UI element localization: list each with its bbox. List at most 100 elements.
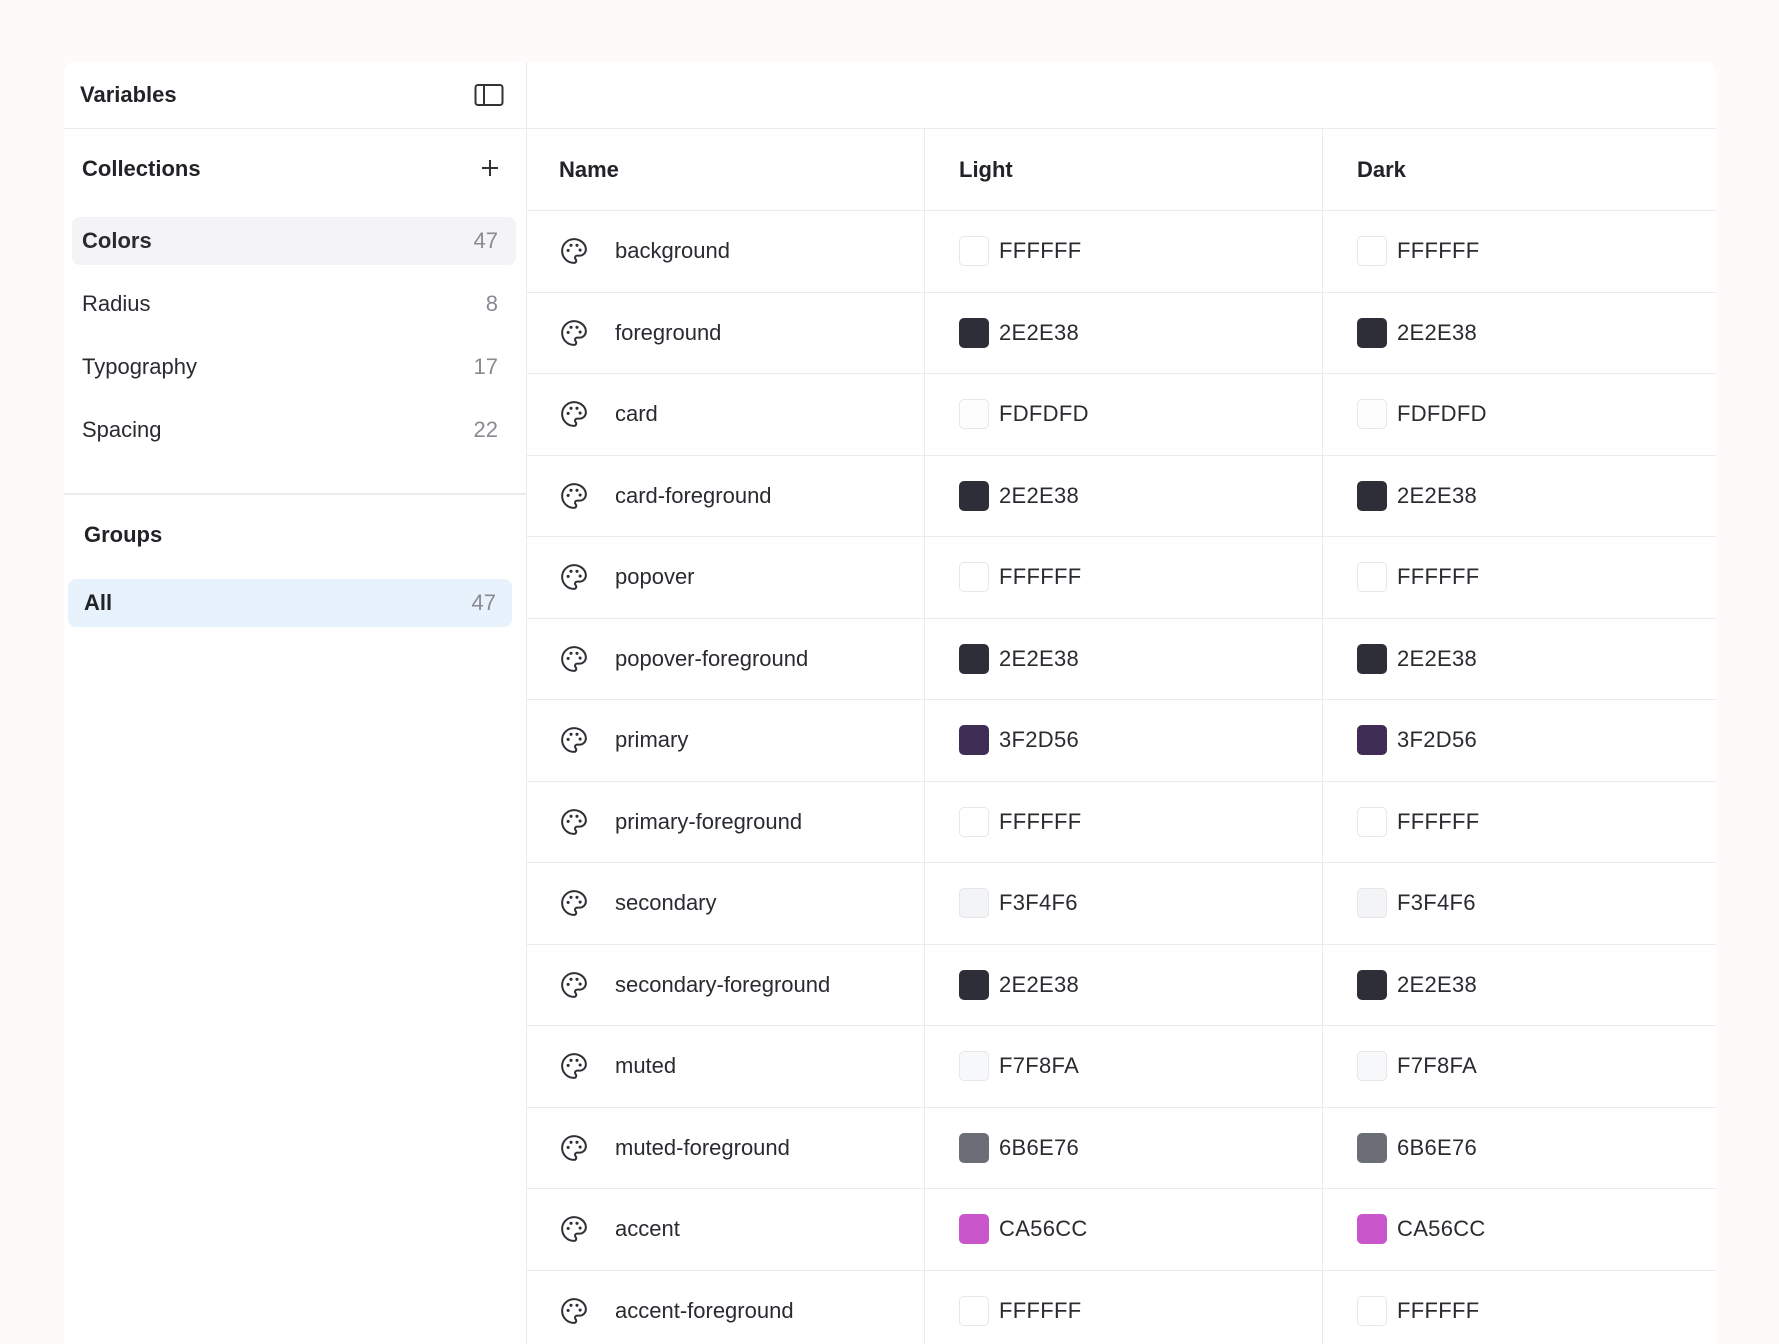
light-value-cell[interactable]: 3F2D56 — [925, 700, 1323, 781]
hex-value[interactable]: 2E2E38 — [1397, 320, 1477, 346]
hex-value[interactable]: FFFFFF — [1397, 809, 1479, 835]
table-row[interactable]: foreground 2E2E38 2E2E38 — [527, 292, 1716, 374]
dark-value-cell[interactable]: FFFFFF — [1323, 537, 1716, 618]
hex-value[interactable]: 3F2D56 — [999, 727, 1079, 753]
light-value-cell[interactable]: F7F8FA — [925, 1026, 1323, 1107]
hex-value[interactable]: FFFFFF — [1397, 564, 1479, 590]
color-swatch[interactable] — [959, 399, 989, 430]
table-row[interactable]: primary-foreground FFFFFF FFFFFF — [527, 781, 1716, 863]
variable-name[interactable]: accent — [615, 1216, 680, 1242]
light-value-cell[interactable]: 2E2E38 — [925, 944, 1323, 1025]
color-swatch[interactable] — [959, 725, 989, 756]
table-row[interactable]: background FFFFFF FFFFFF — [527, 211, 1716, 293]
color-swatch[interactable] — [959, 1051, 989, 1082]
hex-value[interactable]: F7F8FA — [1397, 1053, 1477, 1079]
collection-item-radius[interactable]: Radius 8 — [72, 280, 516, 328]
color-swatch[interactable] — [959, 806, 989, 837]
color-swatch[interactable] — [1357, 480, 1387, 511]
hex-value[interactable]: 2E2E38 — [999, 972, 1079, 998]
hex-value[interactable]: 2E2E38 — [1397, 646, 1477, 672]
dark-value-cell[interactable]: CA56CC — [1323, 1189, 1716, 1270]
dark-value-cell[interactable]: 2E2E38 — [1323, 619, 1716, 700]
hex-value[interactable]: 3F2D56 — [1397, 727, 1477, 753]
table-row[interactable]: muted-foreground 6B6E76 6B6E76 — [527, 1107, 1716, 1189]
dark-value-cell[interactable]: 3F2D56 — [1323, 700, 1716, 781]
dark-value-cell[interactable]: F3F4F6 — [1323, 863, 1716, 944]
table-row[interactable]: secondary F3F4F6 F3F4F6 — [527, 863, 1716, 945]
hex-value[interactable]: FDFDFD — [999, 401, 1089, 427]
color-swatch[interactable] — [1357, 1295, 1387, 1326]
sidebar-toggle-icon[interactable] — [474, 83, 504, 107]
dark-value-cell[interactable]: F7F8FA — [1323, 1026, 1716, 1107]
dark-value-cell[interactable]: 2E2E38 — [1323, 945, 1716, 1026]
table-row[interactable]: primary 3F2D56 3F2D56 — [527, 700, 1716, 782]
color-swatch[interactable] — [959, 888, 989, 919]
color-swatch[interactable] — [1357, 806, 1387, 837]
hex-value[interactable]: FFFFFF — [999, 564, 1081, 590]
group-item-all[interactable]: All 47 — [68, 578, 512, 627]
color-swatch[interactable] — [959, 1295, 989, 1326]
color-swatch[interactable] — [959, 236, 989, 267]
table-row[interactable]: muted F7F8FA F7F8FA — [527, 1026, 1716, 1108]
dark-value-cell[interactable]: FFFFFF — [1323, 1271, 1716, 1344]
variable-name[interactable]: accent-foreground — [615, 1298, 794, 1324]
color-swatch[interactable] — [959, 562, 989, 593]
hex-value[interactable]: FFFFFF — [1397, 1298, 1479, 1324]
color-swatch[interactable] — [1357, 317, 1387, 348]
table-row[interactable]: card-foreground 2E2E38 2E2E38 — [527, 455, 1716, 537]
color-swatch[interactable] — [1357, 1051, 1387, 1082]
variable-name[interactable]: secondary — [615, 890, 717, 916]
light-value-cell[interactable]: 2E2E38 — [925, 618, 1323, 699]
hex-value[interactable]: 2E2E38 — [999, 483, 1079, 509]
hex-value[interactable]: 2E2E38 — [1397, 483, 1477, 509]
hex-value[interactable]: FDFDFD — [1397, 401, 1487, 427]
collection-item-spacing[interactable]: Spacing 22 — [72, 406, 516, 454]
table-row[interactable]: popover-foreground 2E2E38 2E2E38 — [527, 618, 1716, 700]
column-header-light[interactable]: Light — [925, 129, 1323, 210]
dark-value-cell[interactable]: FFFFFF — [1323, 782, 1716, 863]
variable-name[interactable]: background — [615, 238, 730, 264]
light-value-cell[interactable]: 2E2E38 — [925, 292, 1323, 373]
dark-value-cell[interactable]: FFFFFF — [1323, 211, 1716, 292]
light-value-cell[interactable]: F3F4F6 — [925, 863, 1323, 944]
add-collection-button[interactable] — [480, 154, 500, 184]
hex-value[interactable]: CA56CC — [999, 1216, 1088, 1242]
color-swatch[interactable] — [1357, 562, 1387, 593]
variable-name[interactable]: primary — [615, 727, 688, 753]
color-swatch[interactable] — [1357, 1214, 1387, 1245]
variable-name[interactable]: foreground — [615, 320, 721, 346]
table-row[interactable]: accent CA56CC CA56CC — [527, 1189, 1716, 1271]
color-swatch[interactable] — [959, 480, 989, 511]
color-swatch[interactable] — [1357, 888, 1387, 919]
color-swatch[interactable] — [959, 1214, 989, 1245]
hex-value[interactable]: 6B6E76 — [999, 1135, 1079, 1161]
column-header-dark[interactable]: Dark — [1323, 129, 1716, 210]
dark-value-cell[interactable]: 2E2E38 — [1323, 456, 1716, 537]
collection-item-colors[interactable]: Colors 47 — [72, 217, 516, 265]
table-row[interactable]: secondary-foreground 2E2E38 2E2E38 — [527, 944, 1716, 1026]
hex-value[interactable]: FFFFFF — [999, 809, 1081, 835]
color-swatch[interactable] — [1357, 1132, 1387, 1163]
dark-value-cell[interactable]: 6B6E76 — [1323, 1108, 1716, 1189]
color-swatch[interactable] — [959, 317, 989, 348]
color-swatch[interactable] — [1357, 725, 1387, 756]
dark-value-cell[interactable]: FDFDFD — [1323, 374, 1716, 455]
hex-value[interactable]: F7F8FA — [999, 1053, 1079, 1079]
color-swatch[interactable] — [959, 1132, 989, 1163]
table-row[interactable]: card FDFDFD FDFDFD — [527, 374, 1716, 456]
light-value-cell[interactable]: FFFFFF — [925, 211, 1323, 292]
collection-item-typography[interactable]: Typography 17 — [72, 343, 516, 391]
color-swatch[interactable] — [1357, 399, 1387, 430]
column-header-name[interactable]: Name — [527, 129, 925, 210]
variable-name[interactable]: muted-foreground — [615, 1135, 790, 1161]
color-swatch[interactable] — [959, 969, 989, 1000]
color-swatch[interactable] — [1357, 643, 1387, 674]
hex-value[interactable]: F3F4F6 — [1397, 890, 1476, 916]
light-value-cell[interactable]: FFFFFF — [925, 537, 1323, 618]
hex-value[interactable]: 2E2E38 — [1397, 972, 1477, 998]
variable-name[interactable]: secondary-foreground — [615, 972, 830, 998]
variable-name[interactable]: card — [615, 401, 658, 427]
light-value-cell[interactable]: 2E2E38 — [925, 455, 1323, 536]
light-value-cell[interactable]: 6B6E76 — [925, 1107, 1323, 1188]
variable-name[interactable]: popover — [615, 564, 695, 590]
